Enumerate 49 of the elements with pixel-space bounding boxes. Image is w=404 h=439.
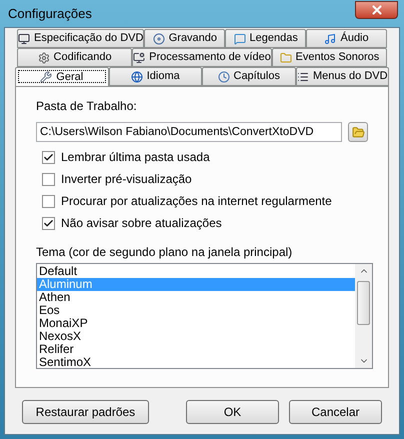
music-note-icon [324, 32, 336, 44]
tab[interactable]: Idioma [108, 67, 202, 86]
scroll-thumb[interactable] [357, 281, 370, 325]
list-item[interactable]: Athen [37, 291, 355, 304]
list-item[interactable]: MonaiXP [37, 317, 355, 330]
tab[interactable]: Especificação do DVD [17, 29, 144, 48]
tab[interactable]: Áudio [306, 29, 387, 48]
checkbox-label: Não avisar sobre atualizações [61, 216, 222, 231]
tab[interactable]: Eventos Sonoros [272, 48, 387, 67]
checkbox-label: Procurar por atualizações na internet regularmente [61, 194, 332, 209]
monitor-icon [18, 32, 30, 44]
list-item[interactable]: SentimoX [37, 356, 355, 369]
clock-icon [218, 70, 230, 82]
folder-path-field[interactable]: C:\Users\Wilson Fabiano\Documents\ConvertXtoDVD [36, 122, 342, 142]
dialog-button[interactable]: Restaurar padrões [22, 400, 149, 424]
folder-icon [352, 126, 365, 138]
globe-icon [130, 70, 143, 82]
close-icon [370, 2, 384, 16]
checkbox-label: Inverter pré-visualização [61, 172, 192, 187]
list-item[interactable]: Default [37, 265, 355, 278]
scrollbar[interactable] [355, 264, 372, 368]
checkbox[interactable] [42, 173, 55, 186]
checkbox-label: Lembrar última pasta usada [61, 150, 210, 165]
tab[interactable]: Gravando [144, 29, 226, 48]
field-label: Pasta de Trabalho: [36, 99, 138, 114]
window-title: Configurações [8, 4, 92, 23]
tab[interactable]: Capítulos [202, 67, 296, 86]
folder-icon [280, 52, 292, 64]
disc-icon [152, 32, 165, 44]
checkbox[interactable] [42, 195, 55, 208]
monitor-gear-icon [133, 52, 146, 64]
list-item[interactable]: Relifer [37, 343, 355, 356]
checkbox[interactable] [42, 151, 55, 164]
checkbox[interactable] [42, 217, 55, 230]
wrench-icon [40, 71, 52, 83]
gear-icon [38, 52, 50, 64]
browse-folder-button[interactable] [348, 122, 368, 142]
close-button[interactable] [355, 0, 398, 18]
dialog-button[interactable]: OK [186, 400, 279, 424]
speech-bubble-icon [234, 32, 246, 44]
tab[interactable]: Menus do DVD [296, 67, 389, 86]
theme-label: Tema (cor de segundo plano na janela principal) [36, 245, 294, 260]
dialog-button[interactable]: Cancelar [289, 400, 382, 424]
list-item[interactable]: NexosX [37, 330, 355, 343]
tab[interactable]: Legendas [225, 29, 306, 48]
list-item[interactable]: Eos [37, 304, 355, 317]
tab[interactable]: Codificando [17, 48, 132, 67]
tab[interactable]: Processamento de vídeo [132, 48, 272, 67]
tab[interactable]: Geral [15, 67, 108, 86]
